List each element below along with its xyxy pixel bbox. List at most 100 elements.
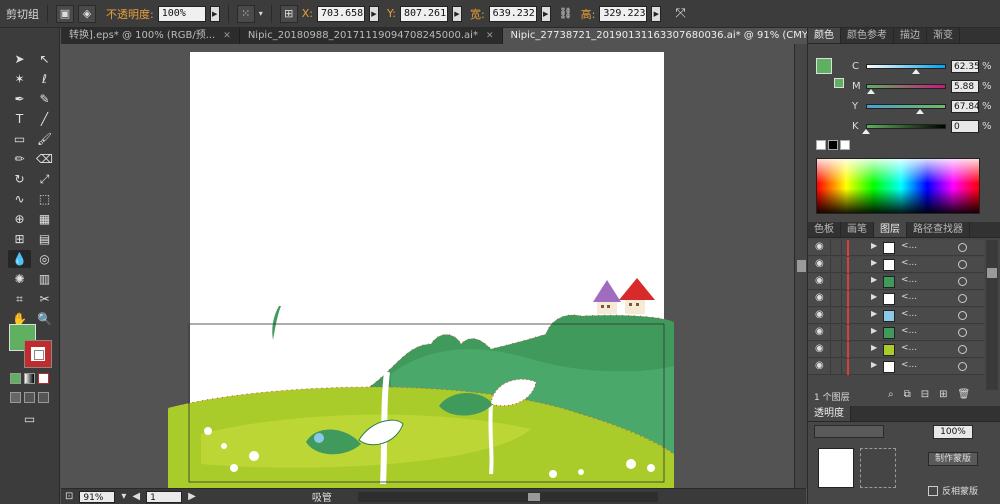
- symbol-sprayer-tool-icon[interactable]: ✺: [8, 270, 31, 288]
- eye-icon[interactable]: ◉: [815, 292, 824, 303]
- draw-normal-button[interactable]: [10, 392, 21, 403]
- slider-knob[interactable]: [866, 89, 875, 94]
- width-dropdown-icon[interactable]: ▶: [540, 5, 551, 22]
- artboard-nav-icon[interactable]: ⊡: [65, 491, 73, 502]
- document-tab[interactable]: 转换].eps* @ 100% (RGB/预... ✕: [61, 28, 240, 44]
- rotate-tool-icon[interactable]: ↻: [8, 170, 31, 188]
- transform-icon[interactable]: ⤧: [675, 6, 685, 21]
- none-swatch[interactable]: [816, 140, 826, 150]
- slider-row-y[interactable]: Y 67.84%: [808, 98, 1000, 115]
- height-dropdown-icon[interactable]: ▶: [651, 5, 662, 22]
- reference-point-icon[interactable]: ⊞: [279, 4, 298, 23]
- expand-arrow-icon[interactable]: ▶: [871, 292, 877, 301]
- recolor-artwork-icon[interactable]: ⁙: [236, 4, 255, 23]
- artboard-tool-icon[interactable]: ⌗: [8, 290, 31, 308]
- tab-color-guide[interactable]: 颜色参考: [841, 28, 894, 43]
- layers-scrollbar[interactable]: [986, 240, 998, 390]
- layer-row[interactable]: ◉ ▶ <...: [808, 240, 984, 256]
- lock-toggle[interactable]: [830, 342, 842, 358]
- tab-stroke[interactable]: 描边: [894, 28, 927, 43]
- canvas-horizontal-scrollbar[interactable]: [357, 491, 658, 502]
- line-tool-icon[interactable]: ╱: [33, 110, 56, 128]
- lock-toggle[interactable]: [830, 308, 842, 324]
- slider-row-c[interactable]: C 62.35%: [808, 58, 1000, 75]
- scale-tool-icon[interactable]: ⤢: [33, 170, 56, 188]
- draw-inside-button[interactable]: [38, 392, 49, 403]
- gradient-mode-button[interactable]: [24, 373, 35, 384]
- tab-layers[interactable]: 图层: [874, 222, 907, 237]
- opacity-dropdown-icon[interactable]: ▶: [209, 5, 220, 22]
- paintbrush-tool-icon[interactable]: 🖌: [33, 130, 56, 148]
- y-dropdown-icon[interactable]: ▶: [451, 5, 462, 22]
- type-tool-icon[interactable]: T: [8, 110, 31, 128]
- layer-row[interactable]: ◉ ▶ <...: [808, 325, 984, 341]
- slider-track[interactable]: [866, 84, 946, 89]
- slider-track[interactable]: [866, 124, 946, 129]
- tab-color[interactable]: 颜色: [808, 28, 841, 43]
- tab-gradient[interactable]: 渐变: [927, 28, 960, 43]
- channel-value-input[interactable]: 67.84: [951, 100, 980, 113]
- lock-toggle[interactable]: [830, 257, 842, 273]
- expand-arrow-icon[interactable]: ▶: [871, 360, 877, 369]
- slider-knob[interactable]: [916, 109, 925, 114]
- document-tab[interactable]: Nipic_20180988_20171119094708245000.ai* …: [240, 28, 503, 44]
- lock-toggle[interactable]: [830, 325, 842, 341]
- eye-icon[interactable]: ◉: [815, 326, 824, 337]
- invert-mask-checkbox[interactable]: [928, 486, 938, 496]
- slider-track[interactable]: [866, 64, 946, 69]
- channel-value-input[interactable]: 5.88: [951, 80, 979, 93]
- target-icon[interactable]: [958, 260, 967, 269]
- scroll-thumb[interactable]: [797, 260, 806, 272]
- eraser-tool-icon[interactable]: ⌫: [33, 150, 56, 168]
- locate-object-icon[interactable]: ⌕: [888, 389, 894, 400]
- stroke-color-swatch[interactable]: [24, 340, 52, 368]
- expand-arrow-icon[interactable]: ▶: [871, 326, 877, 335]
- scroll-thumb[interactable]: [987, 268, 997, 278]
- layer-row[interactable]: ◉ ▶ <...: [808, 359, 984, 375]
- gradient-tool-icon[interactable]: ▤: [33, 230, 56, 248]
- pen-tool-icon[interactable]: ✒: [8, 90, 31, 108]
- expand-arrow-icon[interactable]: ▶: [871, 258, 877, 267]
- slider-row-k[interactable]: K 0%: [808, 118, 1000, 135]
- eye-icon[interactable]: ◉: [815, 360, 824, 371]
- close-icon[interactable]: ✕: [223, 28, 231, 44]
- layer-row[interactable]: ◉ ▶ <...: [808, 257, 984, 273]
- previous-artboard-icon[interactable]: ◀: [132, 491, 140, 502]
- black-swatch[interactable]: [828, 140, 838, 150]
- layer-row[interactable]: ◉ ▶ <...: [808, 308, 984, 324]
- mesh-tool-icon[interactable]: ⊞: [8, 230, 31, 248]
- slider-knob[interactable]: [911, 69, 920, 74]
- make-mask-button[interactable]: 制作蒙版: [928, 452, 978, 466]
- make-clip-mask-icon[interactable]: ⧉: [904, 389, 911, 400]
- opacity-label[interactable]: 不透明度:: [106, 6, 154, 22]
- lock-toggle[interactable]: [830, 291, 842, 307]
- rectangle-tool-icon[interactable]: ▭: [8, 130, 31, 148]
- eyedropper-tool-icon[interactable]: 💧: [8, 250, 31, 268]
- draw-behind-button[interactable]: [24, 392, 35, 403]
- target-icon[interactable]: [958, 277, 967, 286]
- x-dropdown-icon[interactable]: ▶: [368, 5, 379, 22]
- scroll-thumb[interactable]: [527, 492, 540, 501]
- selection-tool-icon[interactable]: ➤: [8, 50, 31, 68]
- delete-icon[interactable]: 🗑: [958, 389, 971, 400]
- slice-tool-icon[interactable]: ✂: [33, 290, 56, 308]
- close-icon[interactable]: ✕: [486, 28, 494, 44]
- color-mode-button[interactable]: [10, 373, 21, 384]
- column-graph-tool-icon[interactable]: ▥: [33, 270, 56, 288]
- lock-toggle[interactable]: [830, 240, 842, 256]
- screen-mode-icon[interactable]: ▭: [18, 410, 41, 428]
- chevron-down-icon[interactable]: ▾: [259, 9, 263, 18]
- zoom-input[interactable]: 91%: [79, 490, 116, 503]
- perspective-grid-tool-icon[interactable]: ▦: [33, 210, 56, 228]
- canvas-vertical-scrollbar[interactable]: [794, 44, 807, 488]
- slider-knob[interactable]: [862, 129, 870, 134]
- x-input[interactable]: 703.658: [316, 5, 365, 22]
- expand-arrow-icon[interactable]: ▶: [871, 309, 877, 318]
- new-layer-icon[interactable]: ⊞: [939, 389, 947, 400]
- chevron-down-icon[interactable]: ▾: [121, 491, 126, 502]
- expand-arrow-icon[interactable]: ▶: [871, 275, 877, 284]
- layer-row[interactable]: ◉ ▶ <...: [808, 342, 984, 358]
- blend-mode-select[interactable]: [814, 425, 884, 438]
- eye-icon[interactable]: ◉: [815, 241, 824, 252]
- target-icon[interactable]: [958, 243, 967, 252]
